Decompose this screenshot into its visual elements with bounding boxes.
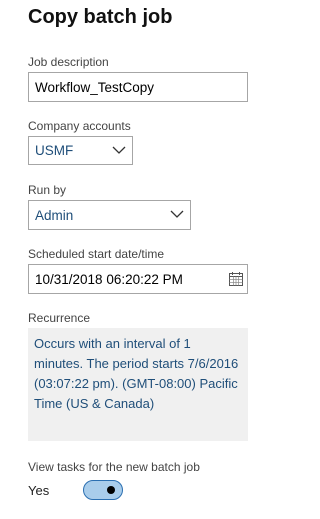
run-by-value: Admin — [35, 207, 74, 223]
company-accounts-value: USMF — [35, 143, 74, 158]
company-accounts-select[interactable]: USMF — [28, 136, 133, 165]
run-by-label: Run by — [28, 183, 67, 197]
view-tasks-toggle[interactable] — [83, 480, 123, 500]
chevron-down-icon — [112, 146, 126, 154]
run-by-select[interactable]: Admin — [28, 200, 191, 230]
toggle-state-label: Yes — [28, 483, 50, 498]
scheduled-start-value: 10/31/2018 06:20:22 PM — [35, 271, 183, 287]
toggle-knob — [107, 486, 115, 494]
scheduled-start-label: Scheduled start date/time — [28, 247, 165, 261]
job-description-input[interactable]: Workflow_TestCopy — [28, 72, 248, 102]
scheduled-start-input[interactable]: 10/31/2018 06:20:22 PM — [28, 264, 248, 294]
chevron-down-icon — [170, 210, 184, 218]
recurrence-link[interactable]: Occurs with an interval of 1 minutes. Th… — [28, 328, 248, 441]
calendar-icon[interactable] — [229, 272, 243, 286]
page-title: Copy batch job — [28, 6, 173, 28]
view-tasks-label: View tasks for the new batch job — [28, 460, 200, 474]
job-description-label: Job description — [28, 55, 109, 69]
job-description-value: Workflow_TestCopy — [35, 79, 155, 95]
recurrence-label: Recurrence — [28, 311, 91, 325]
company-accounts-label: Company accounts — [28, 119, 131, 133]
